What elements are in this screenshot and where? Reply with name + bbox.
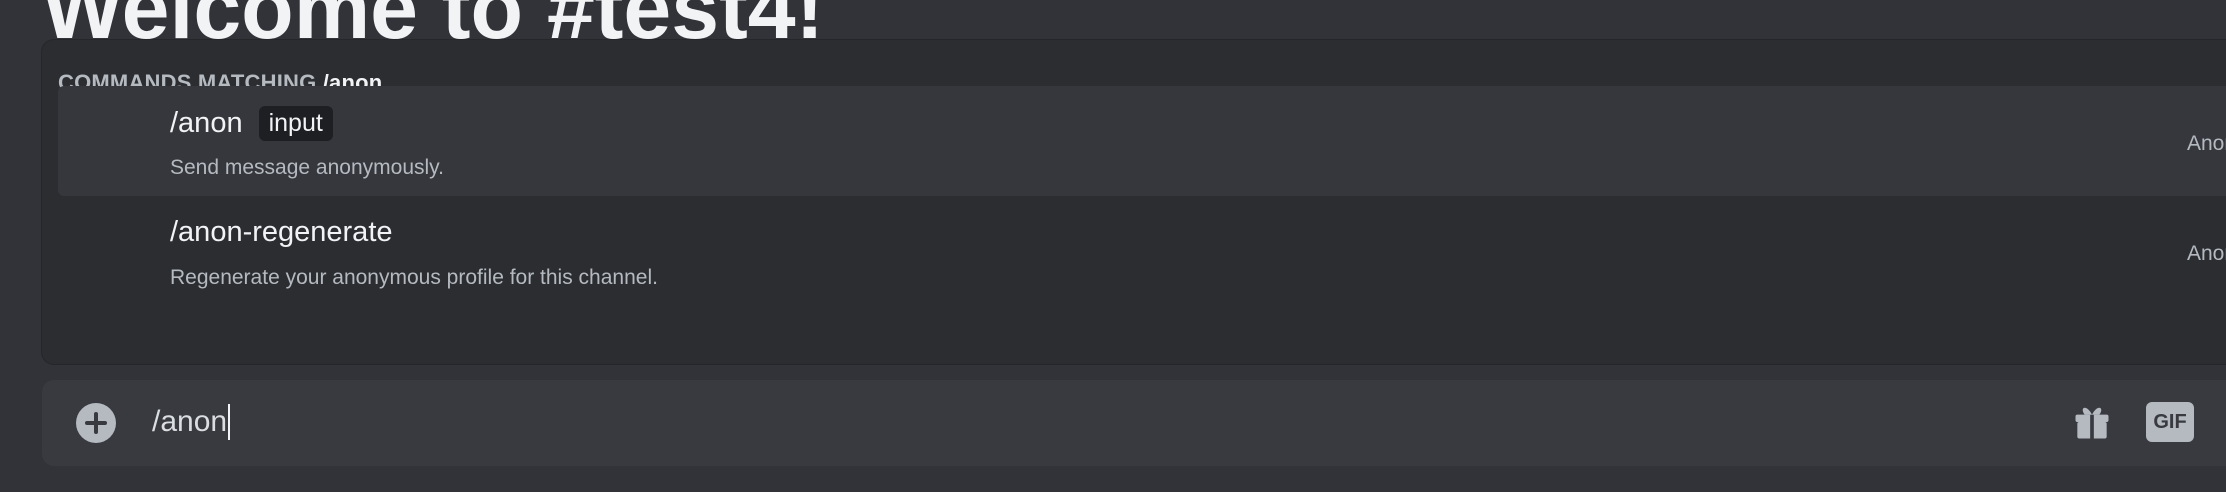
message-composer: /anon GIF [42, 380, 2226, 466]
command-autocomplete-popup: COMMANDS MATCHING /anon /anon input Send… [42, 40, 2226, 364]
gift-icon[interactable] [2070, 400, 2114, 444]
command-source: Anon [2187, 242, 2226, 265]
plus-icon[interactable] [76, 403, 116, 443]
command-option-pill[interactable]: input [258, 106, 333, 141]
command-description: Regenerate your anonymous profile for th… [170, 266, 658, 289]
command-source: Anon [2187, 132, 2226, 155]
gif-icon[interactable]: GIF [2146, 402, 2194, 442]
message-input[interactable]: /anon [152, 404, 231, 440]
command-item-anon-regenerate[interactable]: /anon-regenerate Regenerate your anonymo… [58, 196, 2226, 306]
command-item-anon[interactable]: /anon input Send message anonymously. An… [58, 86, 2226, 196]
command-description: Send message anonymously. [170, 156, 444, 179]
command-name: /anon-regenerate [170, 216, 393, 248]
command-name: /anon [170, 107, 243, 139]
